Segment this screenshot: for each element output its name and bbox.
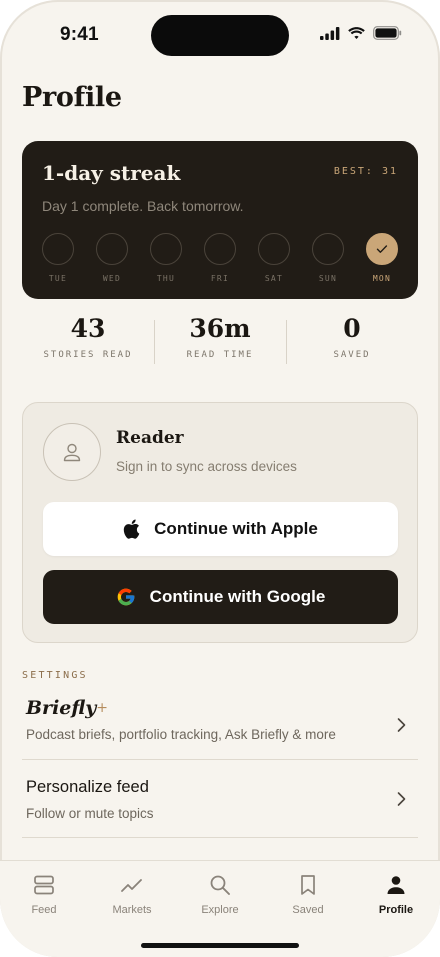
tab-profile[interactable]: Profile — [352, 872, 440, 916]
streak-days: TUE WED THU FRI SAT SUN MON — [42, 233, 398, 283]
google-button-label: Continue with Google — [149, 587, 326, 606]
day-circle — [42, 233, 74, 265]
account-card: Reader Sign in to sync across devices Co… — [22, 402, 418, 643]
day-circle — [312, 233, 344, 265]
streak-day: FRI — [204, 233, 236, 283]
day-label: MON — [372, 274, 392, 283]
day-label: SAT — [264, 274, 284, 283]
continue-with-apple-button[interactable]: Continue with Apple — [43, 502, 398, 556]
stat-stories-read: 43 STORIES READ — [22, 310, 154, 372]
day-label: WED — [102, 274, 122, 283]
streak-subtitle: Day 1 complete. Back tomorrow. — [42, 198, 244, 214]
briefly-plus-sign: + — [96, 700, 108, 716]
streak-title: 1-day streak — [42, 161, 181, 185]
day-circle — [150, 233, 182, 265]
chevron-right-icon — [397, 791, 406, 806]
avatar — [43, 423, 101, 481]
person-icon — [383, 872, 409, 898]
streak-card: 1-day streak BEST: 31 Day 1 complete. Ba… — [22, 141, 418, 299]
apple-button-label: Continue with Apple — [154, 519, 318, 538]
streak-day: THU — [150, 233, 182, 283]
day-circle — [258, 233, 290, 265]
tab-label: Feed — [31, 904, 57, 916]
markets-icon — [119, 872, 145, 898]
google-logo-icon — [117, 588, 135, 606]
account-name: Reader — [116, 428, 184, 448]
battery-icon — [373, 26, 402, 40]
tab-feed[interactable]: Feed — [0, 872, 88, 916]
day-label: TUE — [48, 274, 68, 283]
streak-day: WED — [96, 233, 128, 283]
tab-label: Profile — [378, 904, 414, 916]
settings-row-personalize-feed[interactable]: Personalize feed Follow or mute topics — [22, 760, 418, 838]
tab-saved[interactable]: Saved — [264, 872, 352, 916]
wifi-icon — [348, 27, 365, 39]
day-label: FRI — [210, 274, 230, 283]
tab-bar: Feed Markets Explore Saved Profile — [0, 860, 440, 957]
tab-label: Markets — [112, 904, 152, 916]
search-icon — [207, 872, 233, 898]
dynamic-island — [151, 15, 289, 56]
streak-day: SUN — [312, 233, 344, 283]
briefly-plus-name: Briefly — [26, 697, 97, 719]
settings-row-briefly-plus[interactable]: Briefly+ Podcast briefs, portfolio track… — [22, 690, 418, 760]
personalize-feed-subtitle: Follow or mute topics — [26, 806, 154, 821]
day-circle — [204, 233, 236, 265]
streak-day-completed: MON — [366, 233, 398, 283]
day-label: THU — [156, 274, 176, 283]
briefly-plus-title: Briefly+ — [26, 697, 108, 719]
day-circle-completed — [366, 233, 398, 265]
stat-label: READ TIME — [186, 350, 254, 360]
settings-section-label: SETTINGS — [22, 670, 88, 681]
home-indicator — [141, 943, 299, 948]
stat-value: 43 — [70, 314, 106, 343]
streak-day: TUE — [42, 233, 74, 283]
chevron-right-icon — [397, 717, 406, 732]
day-label: SUN — [318, 274, 338, 283]
phone-screen: 9:41 Profile 1-day streak BEST: 31 Day 1… — [0, 0, 440, 957]
status-time: 9:41 — [60, 24, 99, 45]
person-outline-icon — [63, 443, 81, 462]
stat-read-time: 36m READ TIME — [154, 310, 286, 372]
stat-value: 36m — [189, 314, 251, 343]
stat-label: STORIES READ — [43, 350, 133, 360]
briefly-plus-subtitle: Podcast briefs, portfolio tracking, Ask … — [26, 727, 336, 742]
streak-day: SAT — [258, 233, 290, 283]
continue-with-google-button[interactable]: Continue with Google — [43, 570, 398, 624]
account-subtitle: Sign in to sync across devices — [116, 459, 297, 474]
tab-label: Explore — [201, 904, 239, 916]
personalize-feed-title: Personalize feed — [26, 778, 149, 796]
stat-value: 0 — [343, 314, 361, 343]
streak-best: BEST: 31 — [333, 166, 398, 177]
bookmark-icon — [295, 872, 321, 898]
feed-icon — [31, 872, 57, 898]
day-circle — [96, 233, 128, 265]
status-bar: 9:41 — [0, 0, 440, 70]
cellular-signal-icon — [320, 26, 340, 40]
tab-label: Saved — [292, 904, 324, 916]
stat-label: SAVED — [333, 350, 371, 360]
tab-markets[interactable]: Markets — [88, 872, 176, 916]
status-icons — [320, 26, 402, 40]
apple-logo-icon — [123, 519, 140, 539]
checkmark-icon — [376, 245, 388, 253]
stat-saved: 0 SAVED — [286, 310, 418, 372]
stats-row: 43 STORIES READ 36m READ TIME 0 SAVED — [22, 310, 418, 372]
tab-explore[interactable]: Explore — [176, 872, 264, 916]
page-title: Profile — [22, 82, 122, 113]
